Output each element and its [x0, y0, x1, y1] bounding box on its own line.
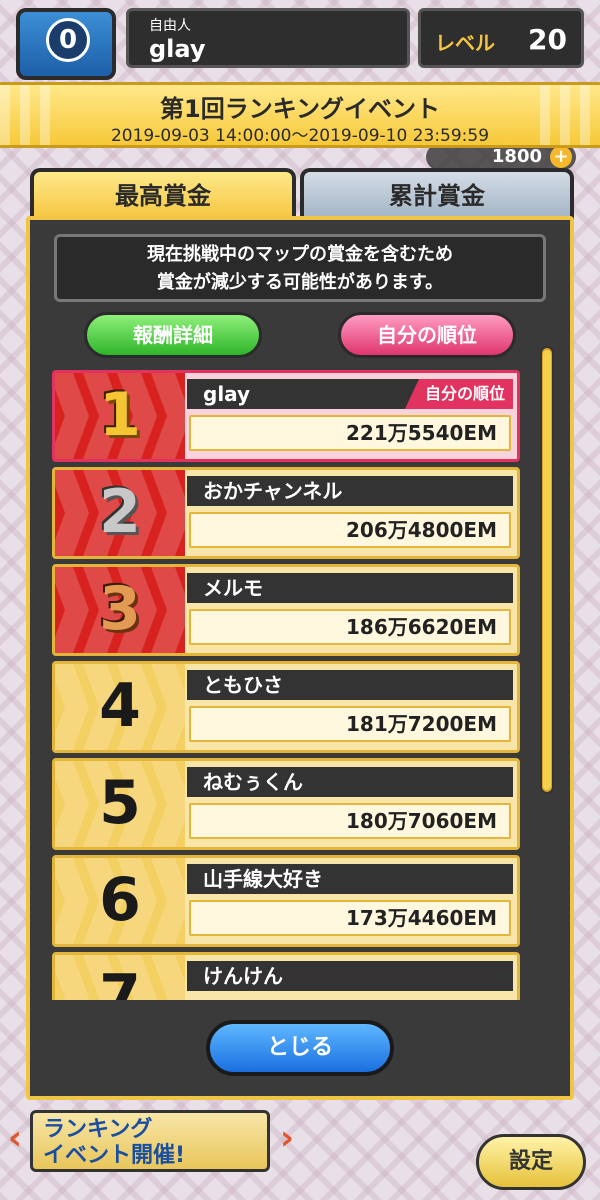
reward-detail-button[interactable]: 報酬詳細: [84, 312, 262, 358]
banner-line-1: ランキング: [43, 1117, 153, 1142]
event-period: 2019-09-03 14:00:00～2019-09-10 23:59:59: [110, 126, 490, 146]
add-coins-button[interactable]: +: [550, 146, 572, 168]
player-name: glay: [149, 35, 206, 63]
list-scrollbar[interactable]: [540, 346, 554, 794]
event-banner[interactable]: ランキング イベント開催!: [30, 1110, 270, 1172]
ranking-player-name: glay: [203, 382, 251, 406]
rank-block: 1: [55, 373, 185, 459]
level-label: レベル: [435, 31, 495, 55]
rank-block: 7: [55, 955, 185, 1000]
ranking-player-name: けんけん: [203, 964, 283, 988]
notice-line-1: 現在挑戦中のマップの賞金を含むため: [147, 244, 453, 265]
prize-amount: 221万5540EM: [189, 415, 511, 451]
ranking-player-name: 山手線大好き: [203, 867, 323, 891]
prize-amount: 173万4460EM: [189, 900, 511, 936]
rank-block: 6: [55, 858, 185, 944]
tab-total-prize[interactable]: 累計賞金: [300, 168, 574, 222]
tab-highest-prize[interactable]: 最高賞金: [30, 168, 296, 222]
rank-number: 3: [99, 574, 141, 644]
player-name-bar: glay 自分の順位: [187, 379, 513, 409]
notice-box: 現在挑戦中のマップの賞金を含むため 賞金が減少する可能性があります。: [54, 234, 546, 302]
ranking-player-name: ともひさ: [203, 673, 283, 697]
chevron-left-icon[interactable]: ‹: [8, 1118, 28, 1158]
rank-block: 5: [55, 761, 185, 847]
rank-number: 7: [99, 962, 141, 1000]
ranking-row-7[interactable]: 7 けんけん: [52, 952, 520, 1000]
ranking-player-name: ねむぅくん: [203, 770, 303, 794]
top-hud: 0 自由人 glay レベル 20: [0, 0, 600, 80]
coin-amount: 1800: [491, 146, 542, 167]
rank-number: 4: [99, 671, 141, 741]
settings-button[interactable]: 設定: [476, 1134, 586, 1190]
level-display: レベル 20: [418, 8, 584, 68]
ranking-player-name: メルモ: [203, 576, 263, 600]
ranking-row-2[interactable]: 2 おかチャンネル 206万4800EM: [52, 467, 520, 559]
event-title: 第1回ランキングイベント: [160, 95, 440, 123]
rank-number: 2: [99, 477, 141, 547]
rank-number: 6: [99, 865, 141, 935]
player-name-bar: 山手線大好き: [187, 864, 513, 894]
my-rank-tag: 自分の順位: [404, 379, 513, 409]
notice-line-2: 賞金が減少する可能性があります。: [156, 272, 444, 293]
my-rank-button[interactable]: 自分の順位: [338, 312, 516, 358]
player-info: 自由人 glay: [126, 8, 410, 68]
ranking-row-5[interactable]: 5 ねむぅくん 180万7060EM: [52, 758, 520, 850]
player-name-bar: ともひさ: [187, 670, 513, 700]
rank-number: 1: [99, 380, 141, 450]
player-title: 自由人: [149, 18, 191, 34]
prize-amount: 206万4800EM: [189, 512, 511, 548]
rank-block: 3: [55, 567, 185, 653]
ranking-player-name: おかチャンネル: [203, 479, 343, 503]
ranking-row-3[interactable]: 3 メルモ 186万6620EM: [52, 564, 520, 656]
prize-amount: 180万7060EM: [189, 803, 511, 839]
rank-block: 4: [55, 664, 185, 750]
event-header: 第1回ランキングイベント 2019-09-03 14:00:00～2019-09…: [0, 82, 600, 148]
prize-amount: 181万7200EM: [189, 706, 511, 742]
ranking-row-4[interactable]: 4 ともひさ 181万7200EM: [52, 661, 520, 753]
player-name-bar: けんけん: [187, 961, 513, 991]
scrollbar-thumb[interactable]: [543, 350, 551, 790]
close-button[interactable]: とじる: [206, 1020, 394, 1076]
level-value: 20: [528, 23, 567, 56]
player-badge[interactable]: 0: [16, 8, 116, 80]
rank-number: 5: [99, 768, 141, 838]
player-name-bar: ねむぅくん: [187, 767, 513, 797]
ranking-row-6[interactable]: 6 山手線大好き 173万4460EM: [52, 855, 520, 947]
prize-amount: 186万6620EM: [189, 609, 511, 645]
chevron-right-icon[interactable]: ›: [280, 1118, 300, 1158]
rank-block: 2: [55, 470, 185, 556]
ranking-row-1[interactable]: 1 glay 自分の順位 221万5540EM: [52, 370, 520, 462]
banner-line-2: イベント開催!: [43, 1143, 186, 1168]
player-name-bar: おかチャンネル: [187, 476, 513, 506]
badge-number: 0: [46, 18, 90, 62]
player-name-bar: メルモ: [187, 573, 513, 603]
ranking-list[interactable]: 1 glay 自分の順位 221万5540EM 2 おかチャンネル 206万48…: [52, 370, 520, 1000]
